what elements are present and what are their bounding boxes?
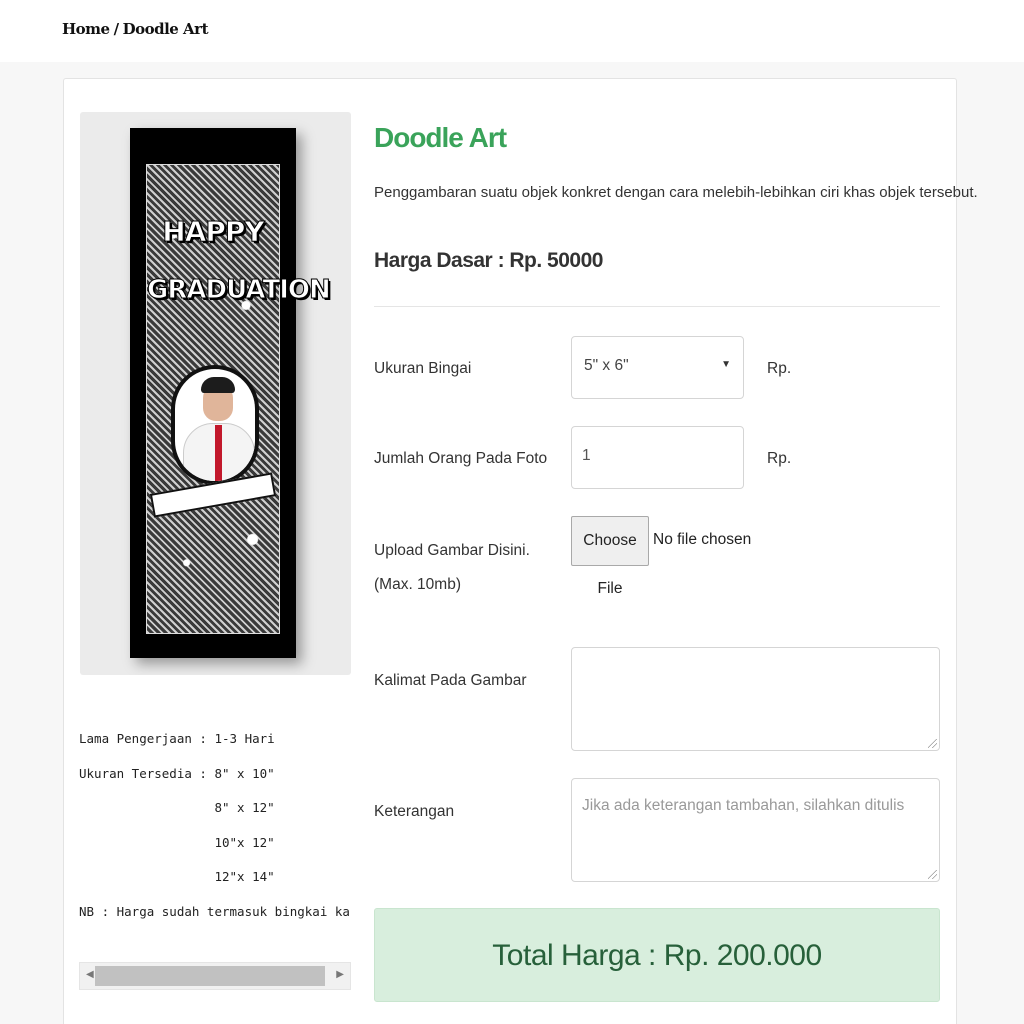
poster-title-line2: GRADUATION — [147, 275, 332, 306]
frame-size-value: 5" x 6" — [584, 357, 629, 374]
notes-label: Keterangan — [374, 803, 455, 820]
people-count-label: Jumlah Orang Pada Foto — [374, 450, 548, 467]
breadcrumb-home-link[interactable]: Home — [62, 20, 110, 38]
frame-size-select[interactable]: 5" x 6" ▼ — [571, 336, 744, 399]
caption-label: Kalimat Pada Gambar — [374, 672, 527, 689]
product-specs: Lama Pengerjaan : 1-3 Hari Ukuran Tersed… — [79, 731, 351, 919]
product-description: Penggambaran suatu objek konkret dengan … — [374, 184, 978, 201]
person-hair — [201, 377, 235, 393]
people-count-input[interactable]: 1 — [571, 426, 744, 489]
scroll-left-icon[interactable]: ◀ — [86, 969, 94, 980]
product-title: Doodle Art — [374, 122, 507, 153]
total-price-panel: Total Harga : Rp. 200.000 — [374, 908, 940, 1002]
notes-placeholder: Jika ada keterangan tambahan, silahkan d… — [582, 797, 905, 814]
scroll-right-icon[interactable]: ▶ — [336, 969, 344, 980]
people-count-price: Rp. — [767, 450, 792, 467]
scrollbar-thumb[interactable] — [95, 966, 325, 986]
upload-label: Upload Gambar Disini. (Max. 10mb) — [374, 542, 530, 593]
breadcrumb: Home / Doodle Art — [62, 20, 209, 38]
person-tie — [215, 425, 222, 481]
caption-textarea[interactable] — [571, 647, 940, 751]
resize-grip-icon[interactable] — [928, 870, 937, 879]
resize-grip-icon[interactable] — [928, 739, 937, 748]
specs-horizontal-scrollbar[interactable]: ◀ ▶ — [79, 962, 351, 990]
chevron-down-icon: ▼ — [721, 359, 731, 370]
notes-textarea[interactable]: Jika ada keterangan tambahan, silahkan d… — [571, 778, 940, 882]
frame-size-label: Ukuran Bingai — [374, 360, 472, 377]
divider — [374, 306, 940, 307]
choose-file-button[interactable]: Choose File — [571, 516, 649, 597]
file-status: No file chosen — [653, 531, 752, 548]
product-image: HAPPY GRADUATION — [80, 112, 351, 675]
poster-frame: HAPPY GRADUATION — [130, 128, 332, 658]
poster-title-line1: HAPPY — [162, 215, 265, 249]
frame-size-price: Rp. — [767, 360, 792, 377]
breadcrumb-separator: / — [113, 20, 119, 38]
top-bar: Home / Doodle Art — [0, 0, 1024, 62]
base-price: Harga Dasar : Rp. 50000 — [374, 249, 603, 272]
breadcrumb-current: Doodle Art — [122, 20, 209, 38]
doodle-pattern: HAPPY GRADUATION — [146, 164, 332, 634]
portrait-circle — [171, 365, 259, 485]
